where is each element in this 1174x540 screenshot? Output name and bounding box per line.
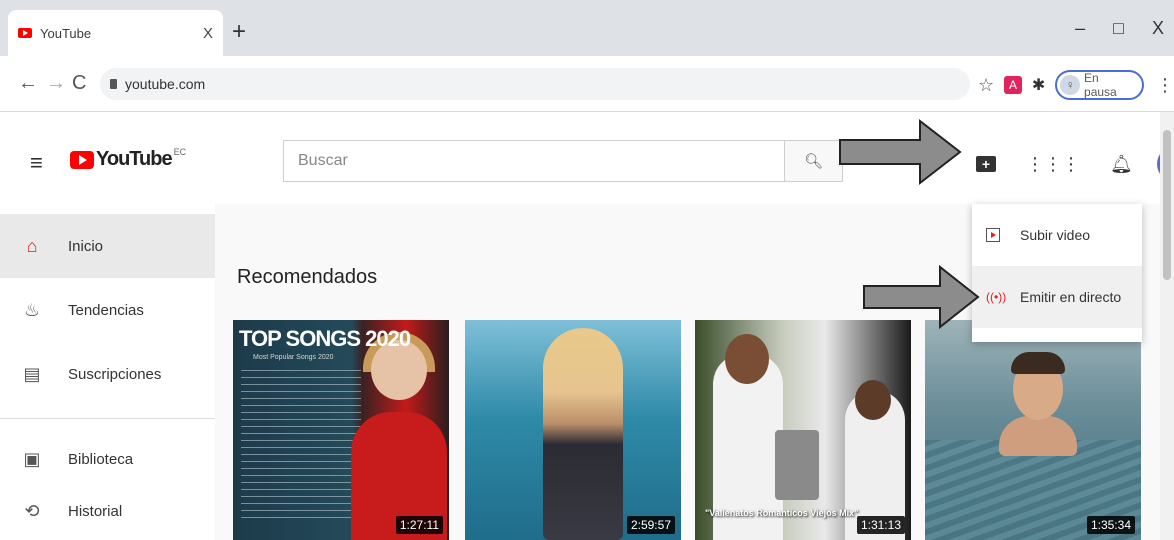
youtube-favicon-icon: [18, 28, 32, 38]
maximize-button[interactable]: □: [1113, 18, 1124, 39]
header-actions: + ⋮⋮⋮ 🔔︎ S: [976, 146, 1174, 182]
sidebar-item-label: Historial: [68, 502, 123, 520]
logo-text: YouTube: [96, 148, 173, 170]
close-window-button[interactable]: X: [1152, 18, 1164, 39]
reload-icon[interactable]: C: [72, 72, 86, 95]
extension-icons: ☆ A ✱ ♀ En pausa ⋮: [978, 70, 1174, 100]
window-controls: – □ X: [1075, 18, 1164, 39]
video-thumbnail[interactable]: 2:59:57: [465, 320, 681, 540]
history-icon: ⟲: [24, 500, 40, 521]
create-dropdown-menu: Subir video ((•)) Emitir en directo: [972, 204, 1142, 342]
upload-video-icon: [986, 228, 1002, 242]
search-icon: 🔍︎: [803, 153, 824, 170]
notifications-bell-icon[interactable]: 🔔︎: [1110, 154, 1133, 175]
video-duration: 1:35:34: [1086, 516, 1135, 534]
section-title: Recomendados: [237, 266, 378, 288]
annotation-arrow-create: [839, 118, 962, 186]
flame-icon: ♨: [23, 299, 41, 320]
url-field[interactable]: youtube.com: [100, 68, 970, 100]
lock-icon: [110, 79, 117, 89]
sidebar-item-label: Tendencias: [68, 301, 144, 319]
thumbnail-graphic: [1011, 352, 1065, 374]
video-thumbnail[interactable]: 1:35:34: [925, 320, 1141, 540]
accordion-graphic: [775, 430, 819, 500]
bookmark-star-icon[interactable]: ☆: [978, 75, 994, 96]
sidebar-item-label: Inicio: [68, 237, 104, 255]
minimize-button[interactable]: –: [1075, 18, 1085, 39]
url-text: youtube.com: [125, 76, 206, 92]
profile-button[interactable]: ♀ En pausa: [1055, 70, 1144, 100]
thumbnail-graphic: [999, 416, 1077, 456]
youtube-logo-icon: [70, 150, 94, 169]
video-thumbnail[interactable]: "Vallenatos Romanticos Viejos Mix" 1:31:…: [695, 320, 911, 540]
library-icon: ▣: [23, 448, 41, 469]
sidebar-item-historial[interactable]: ⟲ Historial: [0, 491, 215, 531]
thumbnail-caption: "Vallenatos Romanticos Viejos Mix": [705, 508, 859, 518]
browser-tab-youtube[interactable]: YouTube X: [8, 10, 223, 56]
profile-avatar-icon: ♀: [1060, 75, 1081, 95]
sidebar-item-suscripciones[interactable]: ▤ Suscripciones: [0, 342, 215, 406]
song-list-graphic: [241, 370, 361, 520]
browser-address-bar: ← → C youtube.com ☆ A ✱ ♀ En pausa ⋮: [0, 56, 1174, 112]
extensions-puzzle-icon[interactable]: ✱: [1032, 75, 1045, 95]
home-icon: ⌂: [26, 235, 38, 256]
search-box: 🔍︎: [283, 140, 843, 182]
search-button[interactable]: 🔍︎: [784, 141, 842, 181]
hamburger-menu-icon[interactable]: ≡: [30, 150, 43, 176]
new-tab-button[interactable]: +: [232, 20, 246, 44]
sidebar-item-tendencias[interactable]: ♨ Tendencias: [0, 278, 215, 342]
youtube-header: ≡ YouTube EC 🔍︎ + ⋮⋮⋮ 🔔︎ S: [0, 112, 1174, 204]
sidebar-item-inicio[interactable]: ⌂ Inicio: [0, 214, 215, 278]
video-duration: 1:27:11: [395, 516, 443, 534]
go-live-menu-item[interactable]: ((•)) Emitir en directo: [972, 266, 1142, 328]
live-broadcast-icon: ((•)): [986, 290, 1007, 304]
sidebar-item-biblioteca[interactable]: ▣ Biblioteca: [0, 427, 215, 491]
sidebar-item-label: Suscripciones: [68, 365, 162, 383]
upload-video-menu-item[interactable]: Subir video: [972, 204, 1142, 266]
sidebar-item-label: Biblioteca: [68, 450, 134, 468]
apps-grid-icon[interactable]: ⋮⋮⋮: [1026, 154, 1080, 175]
tab-title: YouTube: [40, 25, 92, 41]
thumbnail-subtitle: Most Popular Songs 2020: [253, 354, 334, 361]
sidebar: ⌂ Inicio ♨ Tendencias ▤ Suscripciones ▣ …: [0, 204, 215, 540]
back-arrow-icon[interactable]: ←: [18, 72, 38, 95]
annotation-arrow-live: [863, 264, 980, 330]
sidebar-divider: [0, 418, 215, 419]
thumbnail-graphic: [543, 328, 623, 540]
subscriptions-icon: ▤: [23, 363, 41, 384]
profile-status: En pausa: [1084, 71, 1117, 99]
create-video-icon[interactable]: +: [976, 156, 996, 172]
youtube-logo[interactable]: YouTube EC: [70, 146, 187, 171]
video-duration: 1:31:13: [856, 516, 905, 534]
search-input[interactable]: [284, 141, 784, 181]
logo-country-code: EC: [173, 146, 187, 157]
thumbnail-title: TOP SONGS 2020: [239, 326, 411, 351]
menu-item-label: Subir video: [1020, 227, 1091, 243]
video-thumbnail[interactable]: TOP SONGS 2020 Most Popular Songs 2020 1…: [233, 320, 449, 540]
browser-menu-icon[interactable]: ⋮: [1156, 75, 1174, 96]
tab-close-button[interactable]: X: [203, 25, 213, 42]
scrollbar-thumb[interactable]: [1163, 130, 1171, 280]
page-scrollbar[interactable]: [1160, 112, 1174, 540]
video-duration: 2:59:57: [626, 516, 675, 534]
forward-arrow-icon[interactable]: →: [46, 72, 66, 95]
menu-item-label: Emitir en directo: [1020, 289, 1122, 305]
thumbnail-graphic: [855, 380, 891, 420]
thumbnail-graphic: [725, 334, 769, 384]
extension-a-icon[interactable]: A: [1004, 76, 1022, 94]
browser-tab-bar: YouTube X + – □ X: [0, 0, 1174, 56]
